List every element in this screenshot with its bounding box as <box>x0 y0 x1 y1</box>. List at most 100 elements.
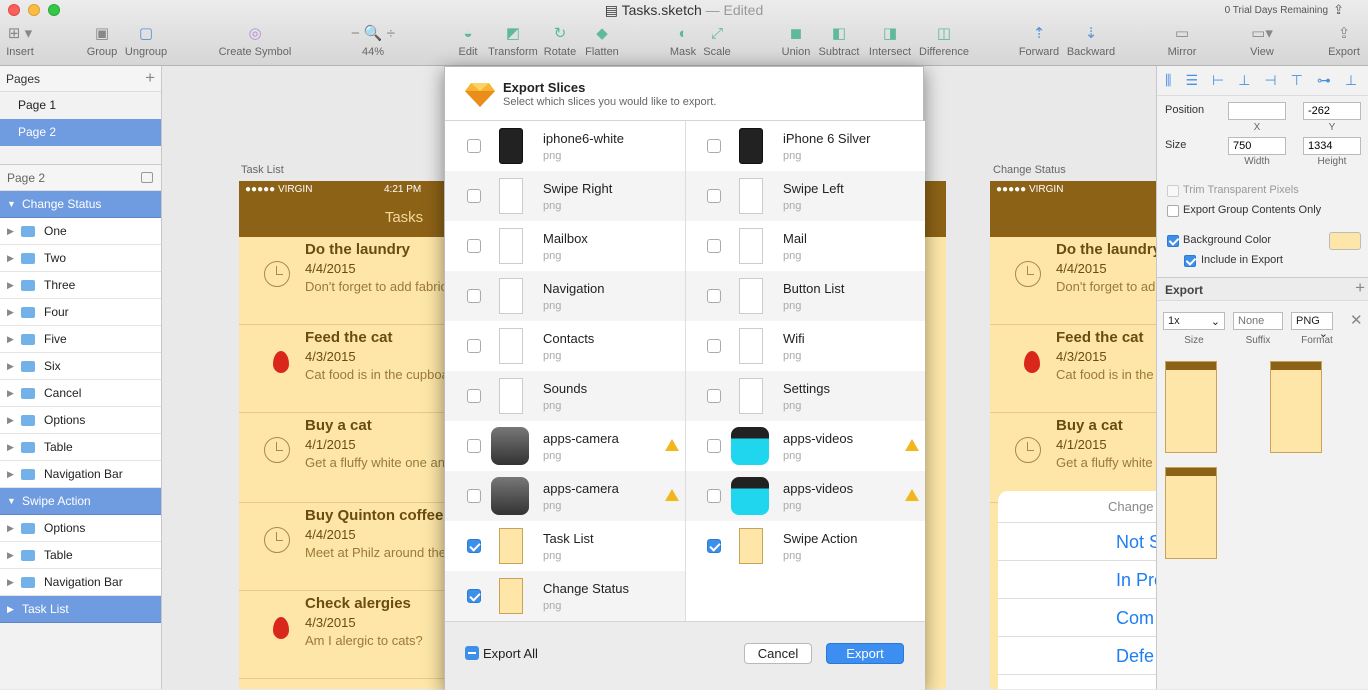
disclosure-closed-icon[interactable]: ▶ <box>7 569 14 596</box>
slice-item[interactable]: Navigation png <box>445 271 685 321</box>
remove-export-icon[interactable]: ✕ <box>1350 311 1363 329</box>
slice-checkbox[interactable] <box>467 239 481 253</box>
disclosure-closed-icon[interactable]: ▶ <box>7 353 14 380</box>
slice-item[interactable]: Sounds png <box>445 371 685 421</box>
artboard-label-task-list[interactable]: Task List <box>241 164 284 176</box>
layer-item[interactable]: ▶ Six <box>0 353 161 380</box>
layer-item[interactable]: ▶ Four <box>0 299 161 326</box>
layer-item[interactable]: ▶ One <box>0 218 161 245</box>
trim-checkbox[interactable] <box>1167 185 1179 197</box>
slice-checkbox[interactable] <box>467 539 481 553</box>
task-row[interactable]: Feed the cat 4/3/2015 Cat food is in the c… <box>990 325 1156 413</box>
disclosure-closed-icon[interactable]: ▶ <box>7 434 14 461</box>
collapse-icon[interactable] <box>141 172 153 183</box>
disclosure-closed-icon[interactable]: ▶ <box>7 407 14 434</box>
insert-button[interactable]: ⊞ ▾ Insert <box>0 24 50 58</box>
slice-checkbox[interactable] <box>467 589 481 603</box>
disclosure-closed-icon[interactable]: ▶ <box>7 272 14 299</box>
action-sheet-option[interactable]: Defe <box>998 637 1156 675</box>
distribute-horizontal-icon[interactable]: ⫼ <box>1165 72 1171 89</box>
layer-item[interactable]: ▶ Three <box>0 272 161 299</box>
suffix-input[interactable] <box>1233 312 1283 330</box>
action-sheet-option[interactable]: In Pro <box>998 561 1156 599</box>
export-toolbar-button[interactable]: ⇪ Export <box>1314 24 1368 58</box>
height-field[interactable] <box>1303 137 1361 155</box>
slice-checkbox[interactable] <box>707 389 721 403</box>
slice-item[interactable]: Swipe Right png <box>445 171 685 221</box>
align-middle-icon[interactable]: ⊶ <box>1317 72 1331 89</box>
slice-checkbox[interactable] <box>707 439 721 453</box>
slice-item[interactable]: Swipe Action png <box>685 521 925 571</box>
action-sheet-option[interactable]: Com <box>998 599 1156 637</box>
disclosure-closed-icon[interactable]: ▶ <box>7 245 14 272</box>
slice-checkbox[interactable] <box>467 139 481 153</box>
disclosure-closed-icon[interactable]: ▶ <box>7 380 14 407</box>
flatten-button[interactable]: ◆ Flatten <box>572 24 632 58</box>
layer-item[interactable]: ▶ Navigation Bar <box>0 569 161 596</box>
align-left-icon[interactable]: ⊢ <box>1212 72 1224 89</box>
task-row[interactable]: Buy a cat 4/1/2015 Get a fluffy white one … <box>990 413 1156 503</box>
layer-group[interactable]: ▼ Change Status <box>0 191 161 218</box>
task-row[interactable]: Do the laundry 4/4/2015 Don't forget to ad… <box>239 237 449 325</box>
disclosure-closed-icon[interactable]: ▶ <box>7 461 14 488</box>
slice-checkbox[interactable] <box>707 189 721 203</box>
task-row[interactable]: Feed the cat 4/3/2015 Cat food is in the c… <box>239 325 449 413</box>
slice-checkbox[interactable] <box>467 289 481 303</box>
slice-item[interactable]: Contacts png <box>445 321 685 371</box>
align-right-icon[interactable]: ⊣ <box>1264 72 1276 89</box>
width-field[interactable] <box>1228 137 1286 155</box>
disclosure-open-icon[interactable]: ▶ <box>7 596 14 623</box>
layer-item[interactable]: ▶ Options <box>0 515 161 542</box>
slice-item[interactable]: Swipe Left png <box>685 171 925 221</box>
export-group-checkbox[interactable] <box>1167 205 1179 217</box>
align-bottom-icon[interactable]: ⊥ <box>1345 72 1357 89</box>
layer-item[interactable]: ▶ Two <box>0 245 161 272</box>
task-row[interactable]: Buy a cat 4/1/2015 Get a fluffy white one … <box>239 413 449 503</box>
slice-checkbox[interactable] <box>707 139 721 153</box>
slice-item[interactable]: apps-videos png <box>685 421 925 471</box>
slice-checkbox[interactable] <box>707 289 721 303</box>
export-all-label[interactable]: Export All <box>483 646 538 661</box>
disclosure-closed-icon[interactable]: ▶ <box>7 542 14 569</box>
slice-checkbox[interactable] <box>467 439 481 453</box>
slice-item[interactable]: apps-camera png <box>445 421 685 471</box>
view-button[interactable]: ▭▾ View <box>1232 24 1292 58</box>
slice-item[interactable]: Wifi png <box>685 321 925 371</box>
zoom-control[interactable]: − 🔍 ÷ 44% <box>343 24 403 58</box>
slice-item[interactable]: Settings png <box>685 371 925 421</box>
forward-button[interactable]: ⇡ Forward <box>1009 24 1069 58</box>
align-center-icon[interactable]: ⊥ <box>1238 72 1250 89</box>
disclosure-closed-icon[interactable]: ▶ <box>7 515 14 542</box>
page-item-selected[interactable]: Page 2 <box>0 119 161 146</box>
slice-item[interactable]: Button List png <box>685 271 925 321</box>
slice-checkbox[interactable] <box>467 189 481 203</box>
slice-item[interactable]: apps-videos png <box>685 471 925 521</box>
action-sheet-option[interactable]: Not S <box>998 523 1156 561</box>
export-all-checkbox[interactable] <box>465 646 479 660</box>
export-scale-select[interactable]: 1x ⌄ <box>1163 312 1225 330</box>
share-icon[interactable]: ⇪ <box>1333 2 1344 18</box>
disclosure-closed-icon[interactable]: ▶ <box>7 326 14 353</box>
slice-checkbox[interactable] <box>467 389 481 403</box>
slice-item[interactable]: Mail png <box>685 221 925 271</box>
cancel-button[interactable]: Cancel <box>744 643 812 664</box>
difference-button[interactable]: ◫ Difference <box>914 24 974 58</box>
disclosure-closed-icon[interactable]: ▶ <box>7 299 14 326</box>
layer-group[interactable]: ▼ Swipe Action <box>0 488 161 515</box>
layer-item[interactable]: ▶ Options <box>0 407 161 434</box>
page-item[interactable]: Page 1 <box>0 92 161 119</box>
distribute-vertical-icon[interactable]: ☰ <box>1185 72 1198 89</box>
task-row[interactable]: Check alergies 4/3/2015 Am I alergic to ca… <box>239 591 449 679</box>
disclosure-open-icon[interactable]: ▼ <box>7 488 16 515</box>
layer-item[interactable]: ▶ Five <box>0 326 161 353</box>
background-color-checkbox[interactable] <box>1167 235 1179 247</box>
slice-item[interactable]: apps-camera png <box>445 471 685 521</box>
scale-button[interactable]: ⤢ Scale <box>687 24 747 58</box>
create-symbol-button[interactable]: ◎ Create Symbol <box>210 24 300 58</box>
artboard-label-change-status[interactable]: Change Status <box>993 164 1066 176</box>
slice-checkbox[interactable] <box>707 339 721 353</box>
task-row[interactable]: Do the laundry 4/4/2015 Don't forget to ad… <box>990 237 1156 325</box>
slice-checkbox[interactable] <box>707 539 721 553</box>
slice-checkbox[interactable] <box>707 239 721 253</box>
slice-checkbox[interactable] <box>467 489 481 503</box>
